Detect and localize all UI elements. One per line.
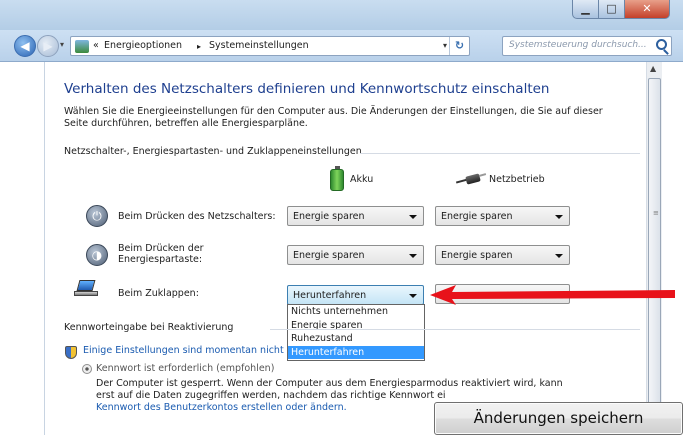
maximize-button[interactable]: □	[598, 0, 625, 19]
minimize-button[interactable]: ▁	[572, 0, 599, 19]
row-label-sleep-button: Beim Drücken der Energiespartaste:	[118, 243, 204, 265]
scrollbar-thumb[interactable]: ≡	[648, 78, 661, 418]
laptop-lid-icon	[74, 280, 98, 298]
grip-icon: ≡	[653, 209, 659, 217]
page-title: Verhalten des Netzschalters definieren u…	[64, 81, 550, 97]
lid-close-battery-select[interactable]: Herunterfahren	[287, 285, 424, 305]
sleep-button-icon: ◑	[86, 244, 108, 266]
dropdown-option[interactable]: Nichts unternehmen	[288, 305, 424, 319]
recent-pages-icon[interactable]: ▾	[60, 40, 64, 49]
breadcrumb-systemeinstellungen[interactable]: Systemeinstellungen	[209, 40, 309, 51]
row-label-line: Beim Drücken der	[118, 243, 204, 254]
annotation-arrow-icon	[430, 285, 675, 305]
dropdown-option[interactable]: Ruhezustand	[288, 332, 424, 346]
description-line: erst auf die Daten zugegriffen werden, n…	[96, 390, 446, 401]
search-placeholder: Systemsteuerung durchsuch...	[509, 40, 647, 50]
select-value: Energie sparen	[441, 211, 513, 222]
control-panel-icon	[75, 40, 89, 53]
breadcrumb-overflow[interactable]: «	[93, 40, 99, 51]
forward-button[interactable]: ▶	[37, 35, 59, 57]
address-bar[interactable]: « Energieoptionen ▸ Systemeinstellungen …	[70, 36, 470, 56]
chevron-down-icon	[409, 215, 417, 219]
navigation-bar: ◀ ▶ ▾ « Energieoptionen ▸ Systemeinstell…	[0, 30, 683, 62]
section-divider	[270, 329, 640, 330]
password-required-label: Kennwort ist erforderlich (empfohlen)	[96, 363, 275, 374]
refresh-icon[interactable]: ↻	[449, 37, 469, 55]
password-required-radio[interactable]	[82, 364, 92, 374]
power-button-ac-select[interactable]: Energie sparen	[435, 206, 570, 226]
close-button[interactable]: ✕	[624, 0, 670, 19]
power-button-icon: ⏻	[86, 205, 108, 227]
chevron-down-icon	[555, 254, 563, 258]
section-header-password: Kennworteingabe bei Reaktivierung	[64, 322, 234, 333]
breadcrumb-energieoptionen[interactable]: Energieoptionen	[104, 40, 182, 51]
sleep-button-battery-select[interactable]: Energie sparen	[287, 245, 424, 265]
column-header-ac: Netzbetrieb	[489, 174, 545, 185]
power-button-battery-select[interactable]: Energie sparen	[287, 206, 424, 226]
description-line: Der Computer ist gesperrt. Wenn der Comp…	[96, 378, 563, 389]
chevron-down-icon	[409, 254, 417, 258]
save-changes-button[interactable]: Änderungen speichern	[434, 402, 683, 435]
section-header-buttons: Netzschalter-, Energiespartasten- und Zu…	[64, 146, 362, 157]
section-divider	[360, 153, 640, 154]
select-value: Energie sparen	[441, 250, 513, 261]
chevron-down-icon	[555, 215, 563, 219]
select-value: Energie sparen	[293, 250, 365, 261]
select-value: Herunterfahren	[293, 290, 367, 301]
scroll-up-icon[interactable]: ▲	[650, 64, 656, 73]
search-icon[interactable]	[656, 39, 667, 50]
lid-close-dropdown-list[interactable]: Nichts unternehmen Energie sparen Ruhezu…	[287, 304, 425, 361]
row-label-line: Energiespartaste:	[118, 254, 203, 265]
row-label-lid-close: Beim Zuklappen:	[118, 288, 199, 299]
sleep-button-ac-select[interactable]: Energie sparen	[435, 245, 570, 265]
dropdown-option-selected[interactable]: Herunterfahren	[288, 345, 424, 359]
page-intro: Wählen Sie die Energieeinstellungen für …	[64, 106, 603, 129]
power-plug-icon	[455, 173, 487, 185]
admin-shield-icon	[65, 346, 77, 359]
change-unavailable-settings-link[interactable]: Einige Einstellungen sind momentan nicht	[83, 345, 284, 356]
select-value: Energie sparen	[293, 211, 365, 222]
breadcrumb-separator-icon[interactable]: ▸	[197, 42, 201, 51]
vertical-scrollbar[interactable]: ▲ ≡	[646, 62, 662, 435]
search-input[interactable]: Systemsteuerung durchsuch...	[502, 36, 672, 56]
battery-icon	[330, 166, 344, 191]
row-label-power-button: Beim Drücken des Netzschalters:	[118, 211, 276, 222]
back-button[interactable]: ◀	[14, 35, 36, 57]
address-dropdown-icon[interactable]: ▾	[443, 41, 447, 50]
column-header-battery: Akku	[350, 174, 374, 185]
chevron-down-icon	[409, 294, 417, 298]
